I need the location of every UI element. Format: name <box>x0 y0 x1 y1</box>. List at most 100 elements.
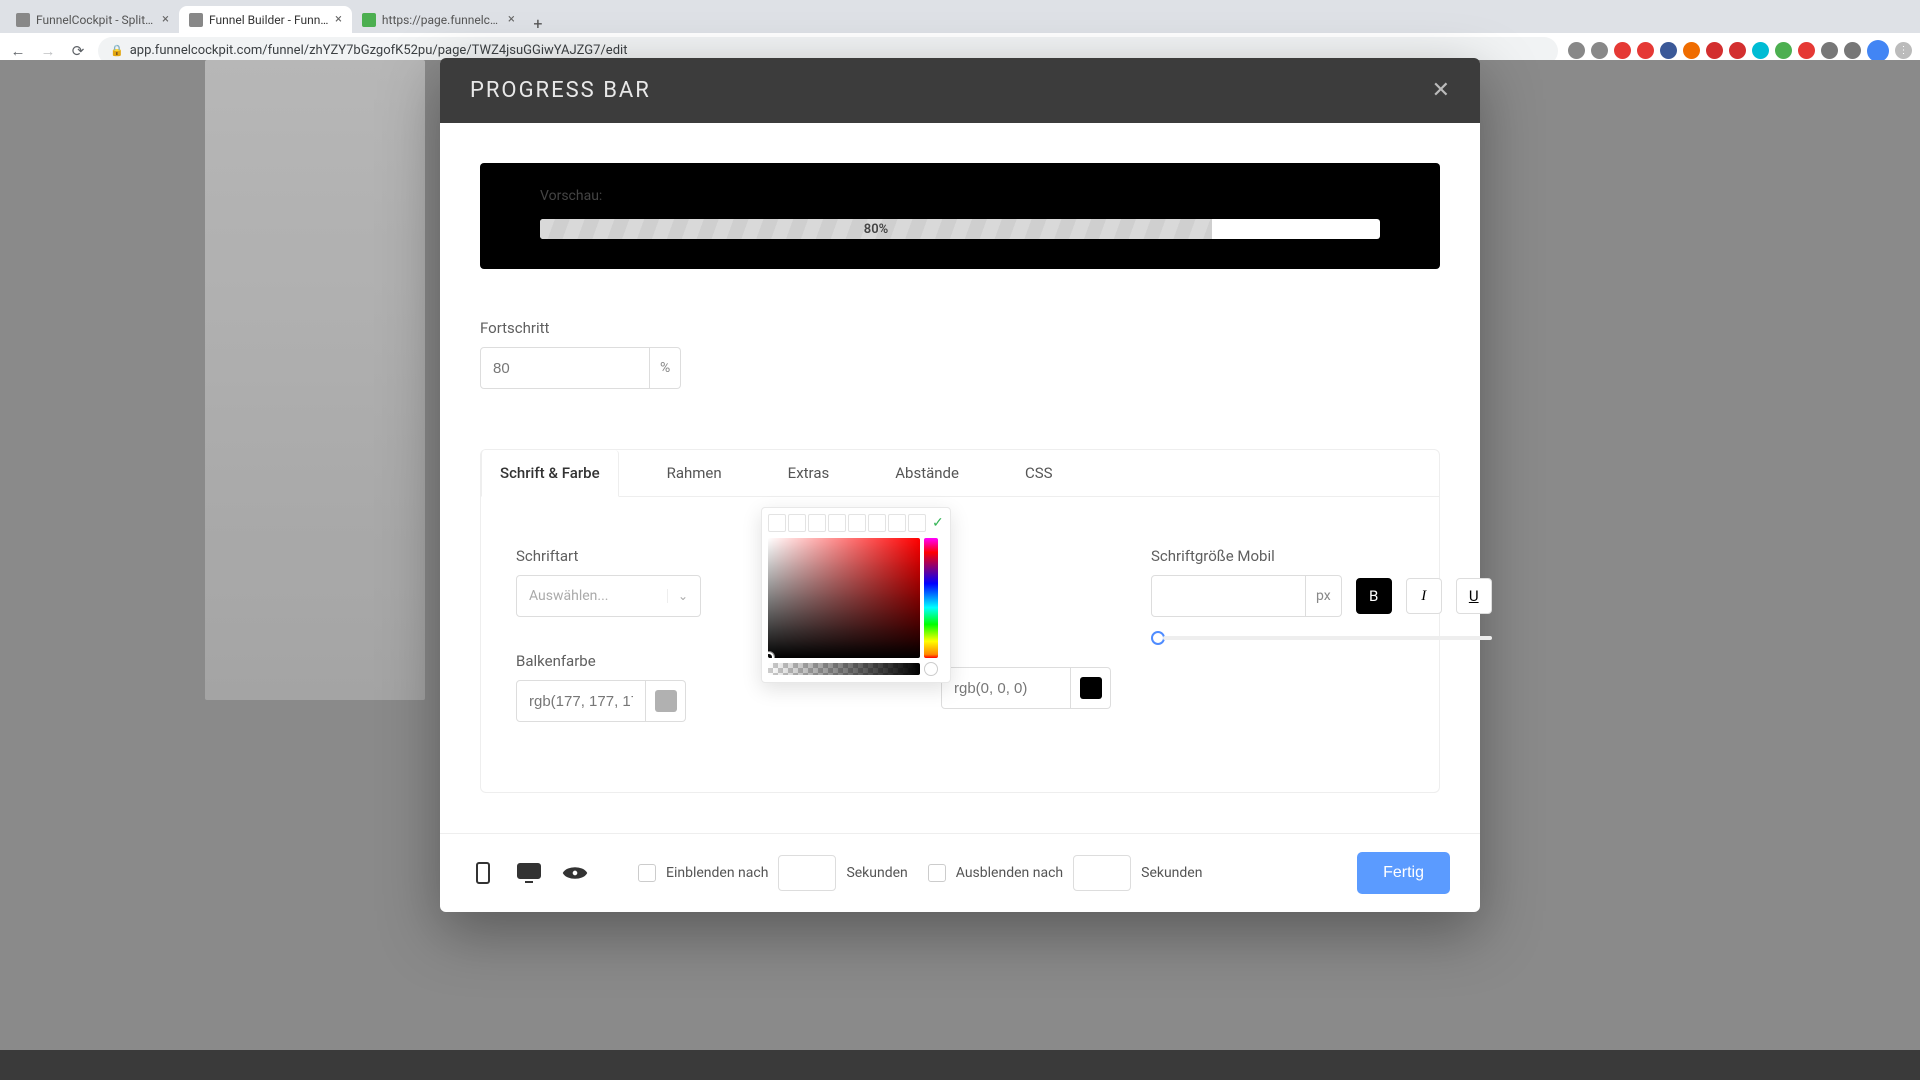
fontsize-mobile-label: Schriftgröße Mobil <box>1151 547 1492 565</box>
check-icon[interactable]: ✓ <box>932 515 944 531</box>
picker-area <box>768 538 944 658</box>
extension-icon[interactable] <box>1821 42 1838 59</box>
browser-tab[interactable]: Funnel Builder - FunnelCockpit × <box>179 6 352 33</box>
reload-button[interactable]: ⟳ <box>68 42 88 60</box>
preset-swatch[interactable] <box>808 514 826 532</box>
einblenden-seconds-input[interactable] <box>778 855 836 891</box>
tab-title: https://page.funnelcockpit.co <box>382 13 502 27</box>
balkenfarbe-input[interactable] <box>516 680 646 722</box>
fortschritt-input-group: % <box>480 347 1440 389</box>
einblenden-row: Einblenden nach Sekunden <box>638 855 908 891</box>
ausblenden-row: Ausblenden nach Sekunden <box>928 855 1203 891</box>
extension-icon[interactable] <box>1729 42 1746 59</box>
chevron-down-icon: ⌄ <box>667 589 688 603</box>
italic-button[interactable]: I <box>1406 578 1442 614</box>
extension-icon[interactable] <box>1706 42 1723 59</box>
bold-button[interactable]: B <box>1356 578 1392 614</box>
mobile-view-icon[interactable] <box>470 860 496 886</box>
extension-icon[interactable] <box>1568 42 1585 59</box>
tab-abstaende[interactable]: Abstände <box>877 450 977 496</box>
saturation-value-area[interactable] <box>768 538 920 658</box>
tab-content: Schriftart Auswählen... ⌄ Balkenfarbe <box>480 497 1440 793</box>
extension-icon[interactable] <box>1775 42 1792 59</box>
browser-tab[interactable]: FunnelCockpit - Splittests, Ma × <box>6 6 179 33</box>
progress-text: 80% <box>864 222 888 237</box>
ausblenden-checkbox[interactable] <box>928 864 946 882</box>
modal-body: Vorschau: 80% Fortschritt % Schrift & Fa… <box>440 123 1480 833</box>
favicon <box>16 13 30 27</box>
balkenfarbe-label: Balkenfarbe <box>516 652 701 670</box>
fontsize-input-group: px <box>1151 575 1342 617</box>
sekunden-label: Sekunden <box>846 865 907 881</box>
px-addon: px <box>1306 575 1342 617</box>
balkenfarbe-swatch[interactable] <box>646 680 686 722</box>
extension-icon[interactable] <box>1798 42 1815 59</box>
fortschritt-label: Fortschritt <box>480 319 1440 337</box>
textfarbe-swatch[interactable] <box>1071 667 1111 709</box>
fontsize-mobile-input[interactable] <box>1151 575 1306 617</box>
current-color-swatch <box>924 662 938 676</box>
preset-swatch[interactable] <box>788 514 806 532</box>
close-icon[interactable]: ✕ <box>1432 78 1450 103</box>
modal-footer: Einblenden nach Sekunden Ausblenden nach… <box>440 833 1480 912</box>
preview-label: Vorschau: <box>540 188 1380 204</box>
schriftart-select[interactable]: Auswählen... ⌄ <box>516 575 701 617</box>
col-schriftart: Schriftart Auswählen... ⌄ Balkenfarbe <box>516 547 701 722</box>
preset-swatch[interactable] <box>768 514 786 532</box>
background-footer <box>0 1050 1920 1080</box>
preset-swatch[interactable] <box>908 514 926 532</box>
extension-icon[interactable] <box>1752 42 1769 59</box>
fontsize-slider[interactable] <box>1151 631 1492 645</box>
fontsize-row: px B I U <box>1151 575 1492 617</box>
tab-extras[interactable]: Extras <box>770 450 848 496</box>
hue-slider[interactable] <box>924 538 938 658</box>
preset-swatch[interactable] <box>888 514 906 532</box>
new-tab-button[interactable]: + <box>525 14 551 33</box>
close-icon[interactable]: × <box>162 12 169 27</box>
back-button[interactable]: ← <box>8 42 28 60</box>
preset-swatch[interactable] <box>868 514 886 532</box>
color-presets: ✓ <box>768 514 944 532</box>
sv-handle[interactable] <box>768 652 774 658</box>
desktop-view-icon[interactable] <box>516 860 542 886</box>
extension-icon[interactable] <box>1637 42 1654 59</box>
ausblenden-seconds-input[interactable] <box>1073 855 1131 891</box>
extension-icon[interactable] <box>1614 42 1631 59</box>
profile-avatar[interactable] <box>1867 40 1889 62</box>
textfarbe-input-group <box>941 667 1111 709</box>
fortschritt-input[interactable] <box>480 347 650 389</box>
close-icon[interactable]: × <box>335 12 342 27</box>
extension-icon[interactable] <box>1683 42 1700 59</box>
sekunden-label: Sekunden <box>1141 865 1202 881</box>
forward-button[interactable]: → <box>38 42 58 60</box>
percent-addon: % <box>650 347 681 389</box>
modal-title: PROGRESS BAR <box>470 78 651 103</box>
extension-icon[interactable] <box>1844 42 1861 59</box>
underline-button[interactable]: U <box>1456 578 1492 614</box>
close-icon[interactable]: × <box>508 12 515 27</box>
einblenden-checkbox[interactable] <box>638 864 656 882</box>
balkenfarbe-input-group <box>516 680 701 722</box>
einblenden-label: Einblenden nach <box>666 865 768 881</box>
preview-icon[interactable] <box>562 860 588 886</box>
tab-schrift-farbe[interactable]: Schrift & Farbe <box>481 450 619 497</box>
fertig-button[interactable]: Fertig <box>1357 852 1450 894</box>
fortschritt-section: Fortschritt % <box>480 319 1440 389</box>
progress-bar-modal: PROGRESS BAR ✕ Vorschau: 80% Fortschritt… <box>440 58 1480 912</box>
tab-rahmen[interactable]: Rahmen <box>649 450 740 496</box>
tab-strip: FunnelCockpit - Splittests, Ma × Funnel … <box>0 0 1920 33</box>
extension-icon[interactable] <box>1591 42 1608 59</box>
preset-swatch[interactable] <box>828 514 846 532</box>
preset-swatch[interactable] <box>848 514 866 532</box>
tab-css[interactable]: CSS <box>1007 450 1071 496</box>
browser-tab[interactable]: https://page.funnelcockpit.co × <box>352 6 525 33</box>
ausblenden-label: Ausblenden nach <box>956 865 1063 881</box>
color-picker[interactable]: ✓ <box>761 507 951 683</box>
alpha-slider[interactable] <box>768 663 920 675</box>
menu-icon[interactable]: ⋮ <box>1895 42 1912 59</box>
extension-icon[interactable] <box>1660 42 1677 59</box>
alpha-row <box>768 662 944 676</box>
col-fontsize-mobile: Schriftgröße Mobil px B I U <box>1151 547 1492 645</box>
textfarbe-input[interactable] <box>941 667 1071 709</box>
tab-title: Funnel Builder - FunnelCockpit <box>209 13 329 27</box>
